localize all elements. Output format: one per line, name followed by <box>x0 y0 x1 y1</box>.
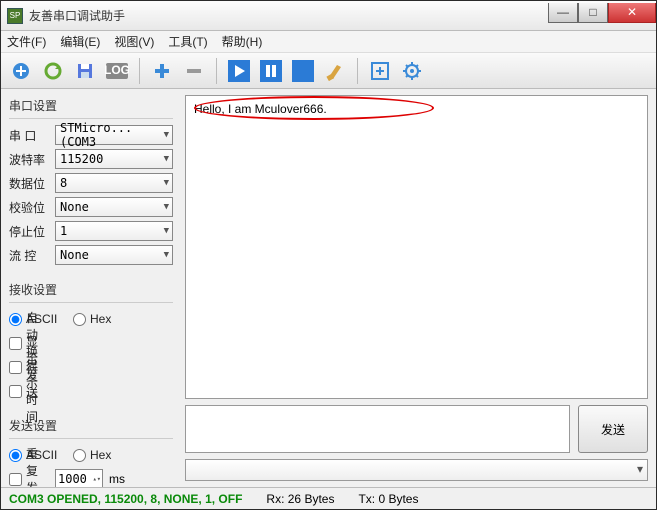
new-icon[interactable] <box>7 57 35 85</box>
recv-settings-title: 接收设置 <box>9 279 173 303</box>
settings-icon[interactable] <box>398 57 426 85</box>
save-icon[interactable] <box>71 57 99 85</box>
serial-settings-title: 串口设置 <box>9 95 173 119</box>
menu-file[interactable]: 文件(F) <box>7 33 46 50</box>
sidebar: 串口设置 串 口 STMicro...(COM3 波特率 115200 数据位 8 校… <box>1 89 181 487</box>
main-area: Hello, I am Mculover666. 发送 <box>181 89 656 487</box>
refresh-icon[interactable] <box>39 57 67 85</box>
statusbar: COM3 OPENED, 115200, 8, NONE, 1, OFF Rx:… <box>1 487 656 509</box>
databits-label: 数据位 <box>9 175 49 192</box>
port-combo[interactable]: STMicro...(COM3 <box>55 125 173 145</box>
flow-combo[interactable]: None <box>55 245 173 265</box>
serial-settings-group: 串口设置 串 口 STMicro...(COM3 波特率 115200 数据位 8 校… <box>9 95 173 267</box>
recv-hex-radio[interactable]: Hex <box>73 312 113 326</box>
parity-label: 校验位 <box>9 199 49 216</box>
menubar: 文件(F) 编辑(E) 视图(V) 工具(T) 帮助(H) <box>1 31 656 53</box>
stopbits-label: 停止位 <box>9 223 49 240</box>
app-window: SP 友善串口调试助手 ― □ ✕ 文件(F) 编辑(E) 视图(V) 工具(T… <box>0 0 657 510</box>
interval-unit: ms <box>109 472 125 486</box>
app-icon: SP <box>7 8 23 24</box>
databits-combo[interactable]: 8 <box>55 173 173 193</box>
baud-combo[interactable]: 115200 <box>55 149 173 169</box>
pause-icon[interactable] <box>257 57 285 85</box>
minimize-button[interactable]: ― <box>548 3 578 23</box>
status-connection: COM3 OPENED, 115200, 8, NONE, 1, OFF <box>9 492 242 506</box>
clear-icon[interactable] <box>321 57 349 85</box>
port-label: 串 口 <box>9 127 49 144</box>
minus-icon[interactable] <box>180 57 208 85</box>
status-rx: Rx: 26 Bytes <box>266 492 334 506</box>
stopbits-combo[interactable]: 1 <box>55 221 173 241</box>
send-button[interactable]: 发送 <box>578 405 648 453</box>
send-textarea[interactable] <box>185 405 570 453</box>
interval-spin[interactable]: 1000 <box>55 469 103 487</box>
stop-icon[interactable] <box>289 57 317 85</box>
menu-edit[interactable]: 编辑(E) <box>60 33 100 50</box>
plus-icon[interactable] <box>148 57 176 85</box>
send-settings-title: 发送设置 <box>9 415 173 439</box>
status-tx: Tx: 0 Bytes <box>358 492 418 506</box>
flow-label: 流 控 <box>9 247 49 264</box>
menu-view[interactable]: 视图(V) <box>114 33 154 50</box>
baud-label: 波特率 <box>9 151 49 168</box>
close-button[interactable]: ✕ <box>608 3 656 23</box>
maximize-button[interactable]: □ <box>578 3 608 23</box>
menu-tools[interactable]: 工具(T) <box>168 33 207 50</box>
recv-settings-group: 接收设置 ASCII Hex 自动换行 显示发送 显示时间 <box>9 279 173 403</box>
titlebar[interactable]: SP 友善串口调试助手 ― □ ✕ <box>1 1 656 31</box>
log-icon[interactable]: LOG <box>103 57 131 85</box>
history-combo[interactable] <box>185 459 648 481</box>
toolbar: LOG <box>1 53 656 89</box>
add-window-icon[interactable] <box>366 57 394 85</box>
receive-textarea[interactable]: Hello, I am Mculover666. <box>185 95 648 399</box>
repeat-send-check[interactable]: 重复发送 <box>9 445 49 487</box>
send-hex-radio[interactable]: Hex <box>73 448 113 462</box>
svg-text:LOG: LOG <box>105 63 129 77</box>
send-settings-group: 发送设置 ASCII Hex 重复发送 1000 ms <box>9 415 173 487</box>
parity-combo[interactable]: None <box>55 197 173 217</box>
window-title: 友善串口调试助手 <box>29 7 548 24</box>
rx-content: Hello, I am Mculover666. <box>194 102 327 116</box>
play-icon[interactable] <box>225 57 253 85</box>
menu-help[interactable]: 帮助(H) <box>222 33 263 50</box>
